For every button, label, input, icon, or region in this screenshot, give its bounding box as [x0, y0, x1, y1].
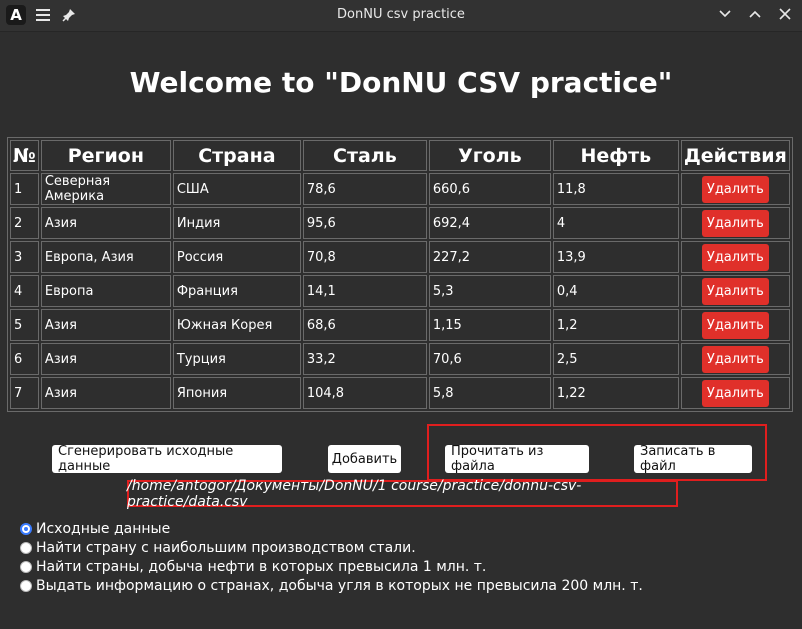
cell-steel: 95,6 — [302, 207, 427, 239]
file-path-label: /home/antogor/Документы/DonNU/1 course/p… — [127, 477, 582, 510]
delete-button[interactable]: Удалить — [701, 175, 769, 203]
cell-oil: 4 — [552, 207, 679, 239]
cell-country: Турция — [172, 343, 301, 375]
cell-country: Франция — [172, 275, 301, 307]
delete-button[interactable]: Удалить — [701, 243, 769, 271]
radio-label: Исходные данные — [36, 520, 171, 537]
radio-label: Выдать информацию о странах, добыча угля… — [36, 577, 643, 594]
cell-number: 2 — [10, 207, 39, 239]
cell-region: Северная Америка — [40, 173, 171, 205]
cell-oil: 1,2 — [552, 309, 679, 341]
header-steel: Сталь — [302, 140, 427, 171]
cell-number: 4 — [10, 275, 39, 307]
cell-steel: 104,8 — [302, 377, 427, 409]
table-row: 3 Европа, Азия Россия 70,8 227,2 13,9 Уд… — [10, 241, 790, 273]
cell-actions: Удалить — [680, 275, 790, 307]
cell-steel: 33,2 — [302, 343, 427, 375]
close-icon[interactable] — [776, 5, 794, 23]
cell-steel: 68,6 — [302, 309, 427, 341]
radio-label: Найти страну с наибольшим производством … — [36, 539, 416, 556]
cell-coal: 692,4 — [428, 207, 551, 239]
header-oil: Нефть — [552, 140, 679, 171]
table-row: 4 Европа Франция 14,1 5,3 0,4 Удалить — [10, 275, 790, 307]
page-title: Welcome to "DonNU CSV practice" — [129, 66, 673, 99]
radio-option-coal-under-200m[interactable]: Выдать информацию о странах, добыча угля… — [20, 576, 643, 595]
write-file-button[interactable]: Записать в файл — [634, 444, 752, 474]
cell-country: Южная Корея — [172, 309, 301, 341]
mode-radio-group: Исходные данные Найти страну с наибольши… — [20, 519, 643, 595]
cell-country: США — [172, 173, 301, 205]
cell-oil: 1,22 — [552, 377, 679, 409]
cell-coal: 70,6 — [428, 343, 551, 375]
header-region: Регион — [40, 140, 171, 171]
delete-button[interactable]: Удалить — [701, 345, 769, 373]
table-row: 1 Северная Америка США 78,6 660,6 11,8 У… — [10, 173, 790, 205]
cell-oil: 0,4 — [552, 275, 679, 307]
generate-data-button[interactable]: Сгенерировать исходные данные — [52, 444, 282, 474]
table-row: 7 Азия Япония 104,8 5,8 1,22 Удалить — [10, 377, 790, 409]
table-header-row: № Регион Страна Сталь Уголь Нефть Действ… — [10, 140, 790, 171]
cell-actions: Удалить — [680, 241, 790, 273]
table-row: 6 Азия Турция 33,2 70,6 2,5 Удалить — [10, 343, 790, 375]
cell-region: Азия — [40, 309, 171, 341]
read-file-button[interactable]: Прочитать из файла — [445, 444, 589, 474]
radio-button[interactable] — [20, 541, 32, 554]
radio-option-source-data[interactable]: Исходные данные — [20, 519, 643, 538]
window-titlebar: A DonNU csv practice — [0, 0, 802, 32]
data-table: № Регион Страна Сталь Уголь Нефть Действ… — [7, 137, 793, 412]
cell-region: Азия — [40, 377, 171, 409]
table-row: 5 Азия Южная Корея 68,6 1,15 1,2 Удалить — [10, 309, 790, 341]
header-country: Страна — [172, 140, 301, 171]
cell-oil: 2,5 — [552, 343, 679, 375]
delete-button[interactable]: Удалить — [701, 311, 769, 339]
cell-country: Россия — [172, 241, 301, 273]
cell-region: Европа, Азия — [40, 241, 171, 273]
radio-option-oil-over-1m[interactable]: Найти страны, добыча нефти в которых пре… — [20, 557, 643, 576]
cell-coal: 1,15 — [428, 309, 551, 341]
cell-actions: Удалить — [680, 377, 790, 409]
cell-actions: Удалить — [680, 343, 790, 375]
radio-option-max-steel[interactable]: Найти страну с наибольшим производством … — [20, 538, 643, 557]
minimize-icon[interactable] — [716, 5, 734, 23]
cell-region: Азия — [40, 343, 171, 375]
cell-coal: 5,3 — [428, 275, 551, 307]
cell-actions: Удалить — [680, 207, 790, 239]
radio-button[interactable] — [20, 522, 32, 535]
cell-number: 3 — [10, 241, 39, 273]
cell-number: 1 — [10, 173, 39, 205]
table-row: 2 Азия Индия 95,6 692,4 4 Удалить — [10, 207, 790, 239]
window-title: DonNU csv practice — [337, 7, 465, 22]
cell-region: Европа — [40, 275, 171, 307]
maximize-icon[interactable] — [746, 5, 764, 23]
radio-label: Найти страны, добыча нефти в которых пре… — [36, 558, 487, 575]
radio-button[interactable] — [20, 579, 32, 592]
header-number: № — [10, 140, 39, 171]
cell-actions: Удалить — [680, 309, 790, 341]
cell-coal: 5,8 — [428, 377, 551, 409]
cell-oil: 13,9 — [552, 241, 679, 273]
cell-number: 5 — [10, 309, 39, 341]
header-coal: Уголь — [428, 140, 551, 171]
cell-steel: 70,8 — [302, 241, 427, 273]
cell-number: 7 — [10, 377, 39, 409]
delete-button[interactable]: Удалить — [701, 379, 769, 407]
header-actions: Действия — [680, 140, 790, 171]
cell-country: Япония — [172, 377, 301, 409]
delete-button[interactable]: Удалить — [701, 277, 769, 305]
cell-actions: Удалить — [680, 173, 790, 205]
cell-number: 6 — [10, 343, 39, 375]
cell-region: Азия — [40, 207, 171, 239]
radio-button[interactable] — [20, 560, 32, 573]
cell-country: Индия — [172, 207, 301, 239]
delete-button[interactable]: Удалить — [701, 209, 769, 237]
cell-steel: 78,6 — [302, 173, 427, 205]
cell-coal: 660,6 — [428, 173, 551, 205]
cell-steel: 14,1 — [302, 275, 427, 307]
cell-oil: 11,8 — [552, 173, 679, 205]
cell-coal: 227,2 — [428, 241, 551, 273]
add-button[interactable]: Добавить — [328, 445, 401, 473]
